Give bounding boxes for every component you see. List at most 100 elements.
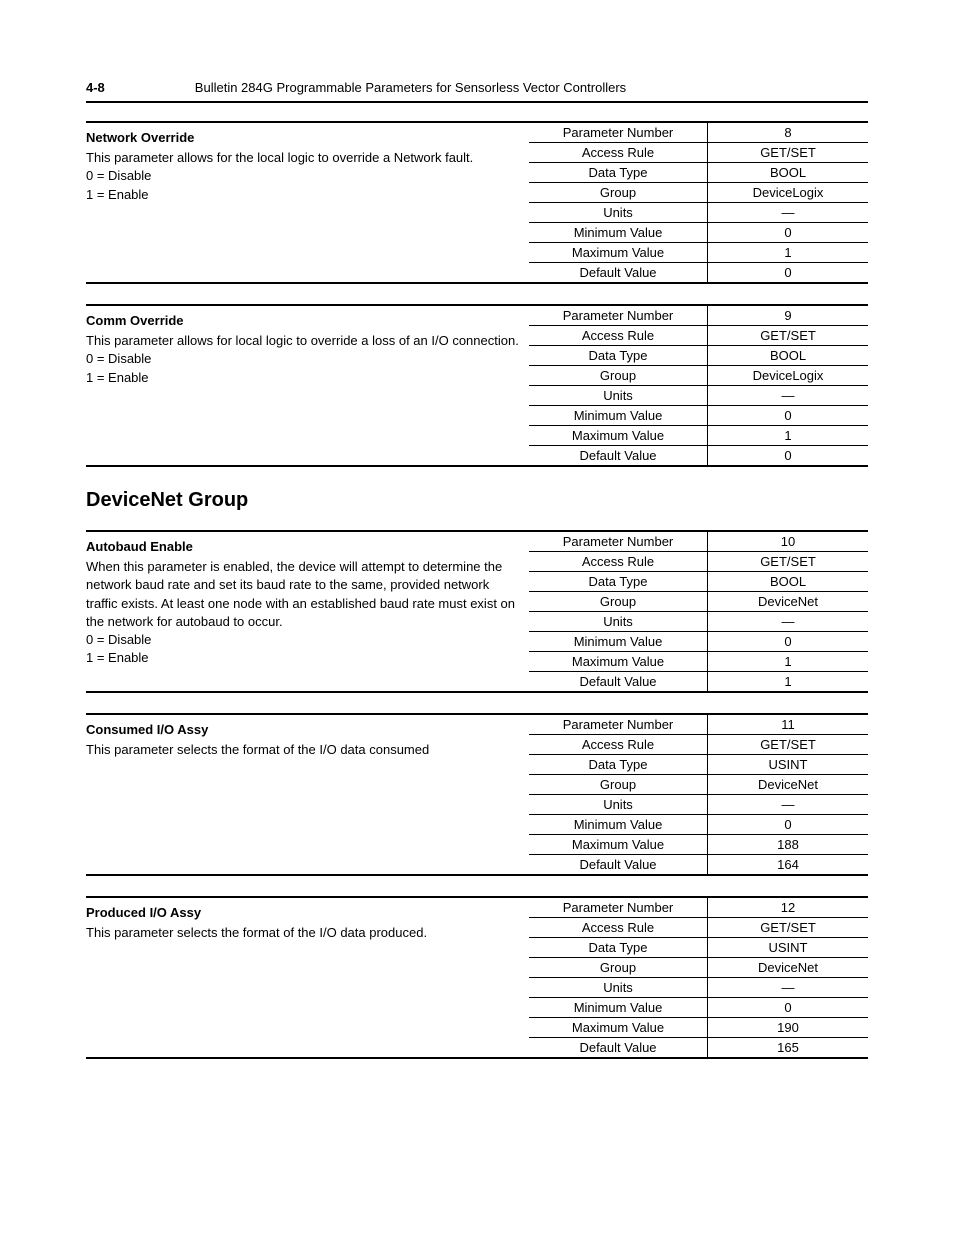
parameter-row: Parameter Number9	[529, 306, 868, 326]
row-label: Data Type	[529, 572, 708, 591]
row-label: Maximum Value	[529, 835, 708, 854]
row-value: GET/SET	[708, 918, 868, 937]
parameter-values: Parameter Number8Access RuleGET/SETData …	[529, 123, 868, 282]
row-label: Default Value	[529, 855, 708, 874]
row-value: 188	[708, 835, 868, 854]
header-rule	[86, 101, 868, 103]
row-value: BOOL	[708, 572, 868, 591]
parameter-row: Units—	[529, 203, 868, 223]
row-value: 165	[708, 1038, 868, 1057]
parameter-row: Maximum Value1	[529, 652, 868, 672]
row-value: DeviceNet	[708, 592, 868, 611]
row-value: 1	[708, 426, 868, 445]
row-value: 0	[708, 632, 868, 651]
parameter-row: Default Value1	[529, 672, 868, 691]
parameter-row: Default Value165	[529, 1038, 868, 1057]
parameter-desc-line: This parameter allows for the local logi…	[86, 149, 521, 167]
parameter-desc-line: 1 = Enable	[86, 369, 521, 387]
parameter-row: Maximum Value1	[529, 426, 868, 446]
parameter-row: Data TypeBOOL	[529, 163, 868, 183]
parameter-row: Units—	[529, 978, 868, 998]
row-value: BOOL	[708, 163, 868, 182]
parameter-description: Consumed I/O AssyThis parameter selects …	[86, 715, 529, 874]
row-label: Default Value	[529, 672, 708, 691]
parameter-row: Parameter Number8	[529, 123, 868, 143]
parameter-block: Network OverrideThis parameter allows fo…	[86, 121, 868, 284]
row-label: Group	[529, 183, 708, 202]
row-value: —	[708, 795, 868, 814]
parameter-row: Maximum Value188	[529, 835, 868, 855]
parameter-row: Access RuleGET/SET	[529, 143, 868, 163]
row-label: Access Rule	[529, 735, 708, 754]
parameter-row: GroupDeviceNet	[529, 958, 868, 978]
row-label: Units	[529, 978, 708, 997]
row-label: Default Value	[529, 446, 708, 465]
row-label: Units	[529, 203, 708, 222]
row-label: Parameter Number	[529, 715, 708, 734]
row-value: 10	[708, 532, 868, 551]
row-value: 0	[708, 263, 868, 282]
parameter-desc-line: This parameter selects the format of the…	[86, 741, 521, 759]
row-value: 8	[708, 123, 868, 142]
row-label: Access Rule	[529, 143, 708, 162]
row-value: —	[708, 978, 868, 997]
row-label: Units	[529, 386, 708, 405]
parameter-desc-line: When this parameter is enabled, the devi…	[86, 558, 521, 631]
row-value: 1	[708, 652, 868, 671]
parameter-desc-line: 1 = Enable	[86, 649, 521, 667]
row-value: GET/SET	[708, 735, 868, 754]
parameter-row: GroupDeviceLogix	[529, 366, 868, 386]
row-value: 1	[708, 243, 868, 262]
row-label: Units	[529, 612, 708, 631]
doc-title: Bulletin 284G Programmable Parameters fo…	[195, 80, 626, 95]
parameter-row: Minimum Value0	[529, 223, 868, 243]
parameter-description: Produced I/O AssyThis parameter selects …	[86, 898, 529, 1057]
parameter-row: Units—	[529, 795, 868, 815]
row-label: Parameter Number	[529, 898, 708, 917]
row-value: —	[708, 612, 868, 631]
row-label: Default Value	[529, 1038, 708, 1057]
row-label: Minimum Value	[529, 815, 708, 834]
row-value: 11	[708, 715, 868, 734]
row-label: Maximum Value	[529, 426, 708, 445]
row-value: 12	[708, 898, 868, 917]
parameter-row: Data TypeUSINT	[529, 938, 868, 958]
row-value: BOOL	[708, 346, 868, 365]
content: Network OverrideThis parameter allows fo…	[86, 121, 868, 1059]
row-label: Group	[529, 775, 708, 794]
parameter-row: Parameter Number12	[529, 898, 868, 918]
parameter-name: Produced I/O Assy	[86, 904, 521, 922]
row-value: GET/SET	[708, 326, 868, 345]
row-label: Maximum Value	[529, 243, 708, 262]
row-value: USINT	[708, 755, 868, 774]
parameter-values: Parameter Number10Access RuleGET/SETData…	[529, 532, 868, 691]
row-label: Data Type	[529, 346, 708, 365]
parameter-row: Units—	[529, 612, 868, 632]
row-label: Parameter Number	[529, 123, 708, 142]
parameter-row: Access RuleGET/SET	[529, 552, 868, 572]
parameter-row: Maximum Value1	[529, 243, 868, 263]
row-value: 0	[708, 223, 868, 242]
parameter-values: Parameter Number11Access RuleGET/SETData…	[529, 715, 868, 874]
parameter-row: GroupDeviceLogix	[529, 183, 868, 203]
parameter-block: Produced I/O AssyThis parameter selects …	[86, 896, 868, 1059]
section-heading: DeviceNet Group	[86, 489, 868, 512]
row-value: USINT	[708, 938, 868, 957]
parameter-block: Comm OverrideThis parameter allows for l…	[86, 304, 868, 467]
row-label: Parameter Number	[529, 306, 708, 325]
row-label: Data Type	[529, 163, 708, 182]
row-value: 164	[708, 855, 868, 874]
row-value: DeviceLogix	[708, 183, 868, 202]
row-label: Minimum Value	[529, 632, 708, 651]
row-value: 0	[708, 815, 868, 834]
parameter-description: Comm OverrideThis parameter allows for l…	[86, 306, 529, 465]
row-label: Minimum Value	[529, 406, 708, 425]
parameter-row: Access RuleGET/SET	[529, 918, 868, 938]
row-label: Group	[529, 592, 708, 611]
parameter-row: Default Value164	[529, 855, 868, 874]
parameter-row: Units—	[529, 386, 868, 406]
row-label: Units	[529, 795, 708, 814]
parameter-row: GroupDeviceNet	[529, 592, 868, 612]
parameter-desc-line: 0 = Disable	[86, 350, 521, 368]
row-value: 9	[708, 306, 868, 325]
